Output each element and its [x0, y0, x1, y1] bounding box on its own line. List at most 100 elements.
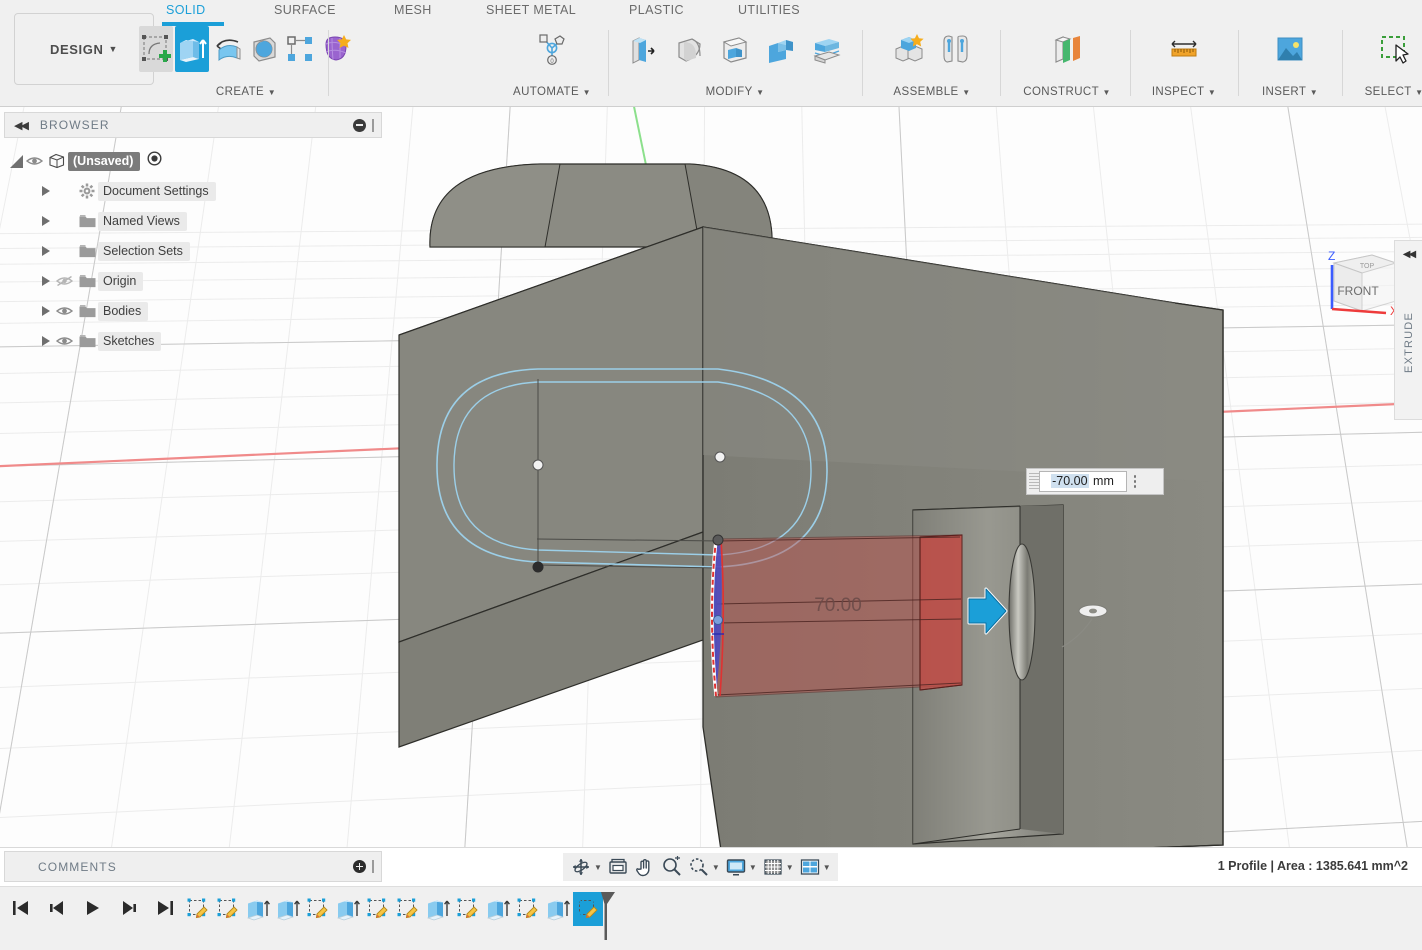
- browser-item-named-views[interactable]: Named Views: [6, 206, 336, 236]
- viewports-icon[interactable]: ▼: [797, 854, 833, 880]
- step-back-icon[interactable]: [46, 897, 68, 919]
- model-hole: [1009, 544, 1035, 680]
- timeline-feature-sketch-10[interactable]: [453, 892, 483, 926]
- eye-hidden-icon[interactable]: [56, 274, 76, 288]
- browser-tree: (Unsaved)Document SettingsNamed ViewsSel…: [6, 146, 336, 356]
- timeline-feature-sketch-2[interactable]: [213, 892, 243, 926]
- browser-item-selection-sets[interactable]: Selection Sets: [6, 236, 336, 266]
- timeline-feature-extrude-4[interactable]: [273, 892, 303, 926]
- timeline-feature-sketch-8[interactable]: [393, 892, 423, 926]
- zoom-icon[interactable]: [659, 854, 685, 880]
- look-at-icon[interactable]: [605, 854, 631, 880]
- extrude-dialog-collapsed[interactable]: ◀◀ EXTRUDE: [1394, 240, 1422, 420]
- expand-arrow-icon[interactable]: [36, 336, 56, 346]
- timeline-feature-sketch-12[interactable]: [513, 892, 543, 926]
- comments-resize-grip[interactable]: [372, 860, 374, 873]
- timeline-feature-sketch-7[interactable]: [363, 892, 393, 926]
- ribbon-group-modify: MODIFY ▼: [610, 26, 860, 104]
- more-options-icon[interactable]: [1127, 475, 1143, 488]
- timeline-feature-extrude-13[interactable]: [543, 892, 573, 926]
- ribbon-group-label[interactable]: AUTOMATE ▼: [498, 86, 606, 98]
- ribbon-tab-solid[interactable]: SOLID: [166, 3, 206, 17]
- workspace-switcher[interactable]: DESIGN ▼: [14, 13, 154, 85]
- drag-grip-icon[interactable]: [1029, 473, 1039, 490]
- new-component-icon[interactable]: [887, 26, 931, 72]
- fillet-icon[interactable]: [667, 26, 711, 72]
- ribbon-group-label[interactable]: INSERT ▼: [1240, 86, 1340, 98]
- ribbon-tab-utilities[interactable]: UTILITIES: [738, 3, 800, 17]
- eye-icon[interactable]: [56, 334, 76, 348]
- comments-panel[interactable]: COMMENTS: [4, 851, 382, 882]
- ribbon-group-label[interactable]: CREATE ▼: [166, 86, 326, 98]
- browser-title: BROWSER: [40, 118, 110, 132]
- revolve-icon[interactable]: [211, 26, 245, 72]
- expand-arrow-icon[interactable]: [36, 276, 56, 286]
- add-comment-icon[interactable]: [353, 860, 366, 873]
- expand-arrow-icon[interactable]: [36, 306, 56, 316]
- combine-icon[interactable]: [759, 26, 803, 72]
- timeline-feature-sketch-5[interactable]: [303, 892, 333, 926]
- chevron-down-icon[interactable]: ▼: [594, 863, 602, 872]
- ribbon-tab-mesh[interactable]: MESH: [394, 3, 432, 17]
- browser-item-bodies[interactable]: Bodies: [6, 296, 336, 326]
- chevron-down-icon[interactable]: ▼: [712, 863, 720, 872]
- eye-icon[interactable]: [26, 154, 46, 168]
- pattern-icon[interactable]: [283, 26, 317, 72]
- joint-icon[interactable]: [933, 26, 977, 72]
- ribbon-group-label[interactable]: ASSEMBLE ▼: [866, 86, 998, 98]
- orbit-icon[interactable]: ▼: [568, 854, 604, 880]
- dimension-input-box[interactable]: -70.00 mm: [1026, 468, 1164, 495]
- ribbon-group-label[interactable]: CONSTRUCT ▼: [1006, 86, 1128, 98]
- create-sketch-icon[interactable]: [139, 26, 173, 72]
- expand-arrow-icon[interactable]: [36, 246, 56, 256]
- expand-arrow-open-icon[interactable]: [6, 155, 26, 168]
- chevron-down-icon[interactable]: ▼: [786, 863, 794, 872]
- browser-item-sketches[interactable]: Sketches: [6, 326, 336, 356]
- eye-icon[interactable]: [56, 304, 76, 318]
- fit-icon[interactable]: ▼: [686, 854, 722, 880]
- chevron-double-left-icon[interactable]: ◀◀: [1403, 249, 1414, 260]
- press-pull-icon[interactable]: [621, 26, 665, 72]
- ribbon-group-label[interactable]: INSPECT ▼: [1132, 86, 1236, 98]
- pan-icon[interactable]: [632, 854, 658, 880]
- ribbon-tab-surface[interactable]: SURFACE: [274, 3, 336, 17]
- shell-icon[interactable]: [713, 26, 757, 72]
- activate-component-radio[interactable]: [147, 151, 162, 171]
- ribbon-group-label[interactable]: MODIFY ▼: [610, 86, 860, 98]
- go-to-end-icon[interactable]: [154, 897, 176, 919]
- expand-arrow-icon[interactable]: [36, 186, 56, 196]
- step-forward-icon[interactable]: [118, 897, 140, 919]
- timeline-feature-extrude-6[interactable]: [333, 892, 363, 926]
- browser-item-unsaved[interactable]: (Unsaved): [6, 146, 336, 176]
- offset-plane-icon[interactable]: [1045, 26, 1089, 72]
- split-face-icon[interactable]: [805, 26, 849, 72]
- chevron-double-left-icon[interactable]: ◀◀: [14, 119, 27, 132]
- ribbon-tab-sheet-metal[interactable]: SHEET METAL: [486, 3, 576, 17]
- measure-icon[interactable]: [1162, 26, 1206, 72]
- minimize-icon[interactable]: [353, 119, 366, 132]
- select-window-icon[interactable]: [1372, 26, 1416, 72]
- timeline-feature-extrude-3[interactable]: [243, 892, 273, 926]
- timeline-feature-sketch-1[interactable]: [183, 892, 213, 926]
- go-to-beginning-icon[interactable]: [10, 897, 32, 919]
- sweep-icon[interactable]: [247, 26, 281, 72]
- chevron-down-icon: ▼: [962, 88, 970, 97]
- ribbon-tab-plastic[interactable]: PLASTIC: [629, 3, 684, 17]
- timeline-feature-extrude-11[interactable]: [483, 892, 513, 926]
- form-icon[interactable]: [319, 26, 353, 72]
- automate-icon[interactable]: 0: [530, 26, 574, 72]
- grid-snaps-icon[interactable]: ▼: [760, 854, 796, 880]
- panel-resize-grip[interactable]: [372, 119, 374, 132]
- insert-image-icon[interactable]: [1268, 26, 1312, 72]
- chevron-down-icon[interactable]: ▼: [749, 863, 757, 872]
- timeline-feature-extrude-9[interactable]: [423, 892, 453, 926]
- extrude-icon[interactable]: [175, 26, 209, 72]
- display-settings-icon[interactable]: ▼: [723, 854, 759, 880]
- play-icon[interactable]: [82, 897, 104, 919]
- extrude-distance-input[interactable]: -70.00 mm: [1039, 471, 1127, 492]
- ribbon-group-label[interactable]: SELECT ▼: [1344, 86, 1422, 98]
- browser-item-origin[interactable]: Origin: [6, 266, 336, 296]
- browser-item-document-settings[interactable]: Document Settings: [6, 176, 336, 206]
- chevron-down-icon[interactable]: ▼: [823, 863, 831, 872]
- expand-arrow-icon[interactable]: [36, 216, 56, 226]
